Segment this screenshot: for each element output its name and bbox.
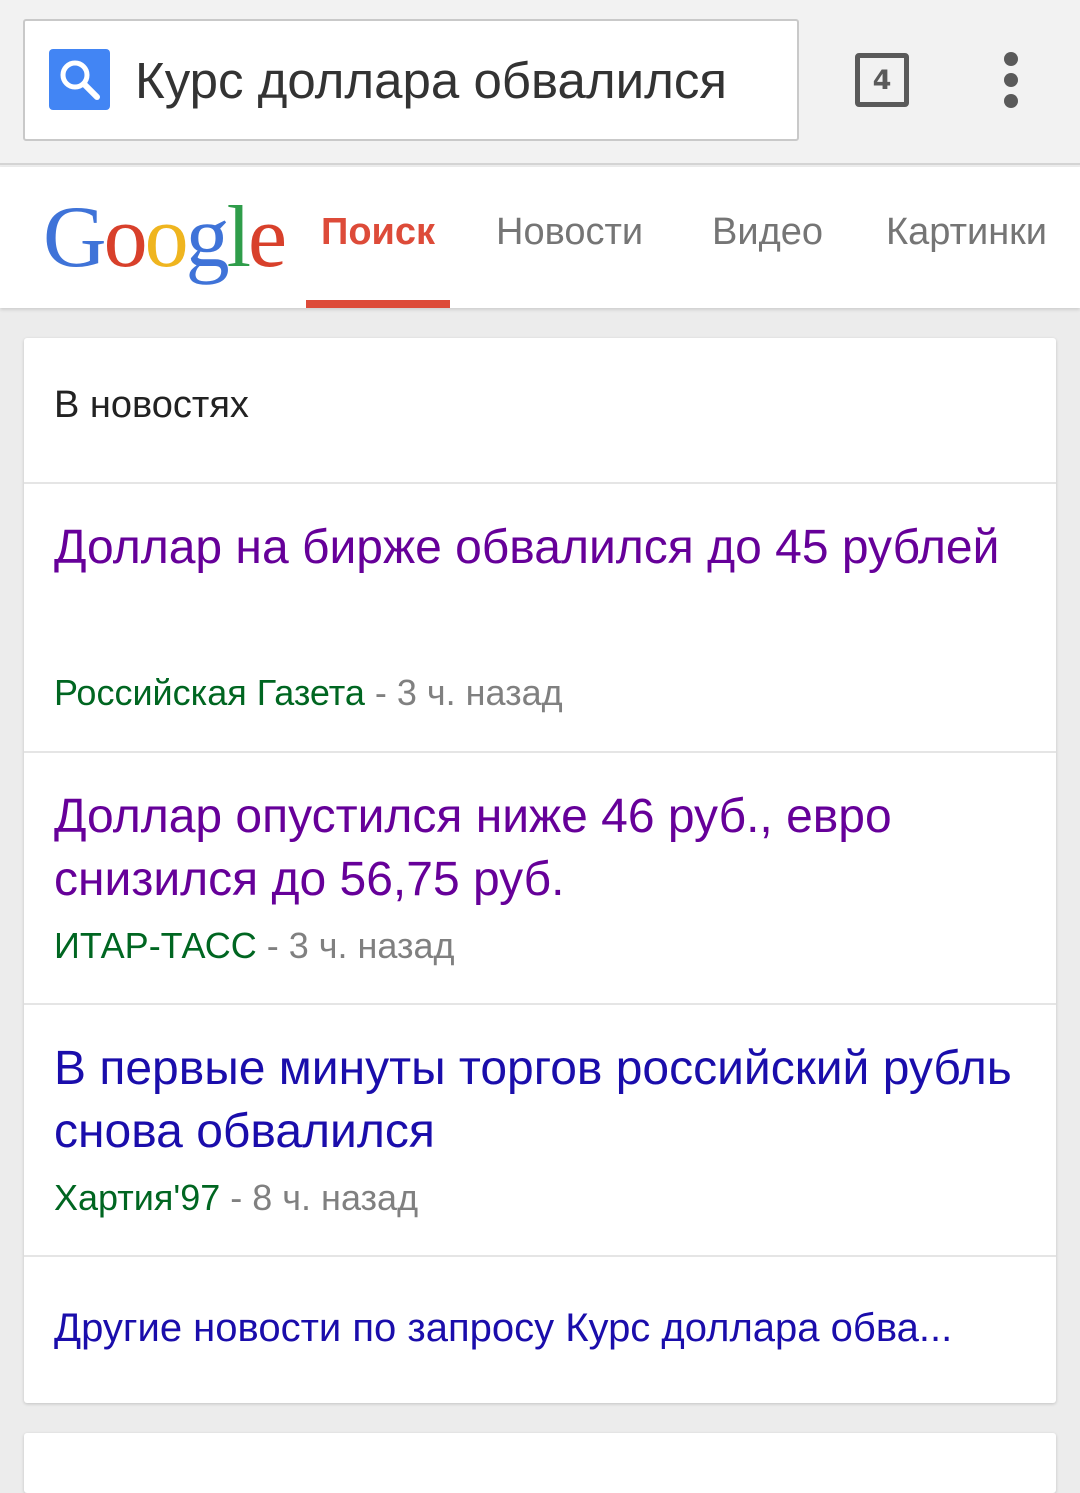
browser-toolbar: Курс доллара обвалился 4 [0,0,1080,165]
logo-letter: l [226,189,252,286]
logo-letter: o [103,189,148,286]
news-source: Хартия'97 [54,1177,221,1218]
google-header: Google Поиск Новости Видео Картинки [0,167,1080,308]
news-meta-2: ИТАР-ТАСС - 3 ч. назад [54,925,455,967]
news-card-title: В новостях [54,384,249,426]
news-source: ИТАР-ТАСС [54,925,257,966]
logo-letter: g [185,189,230,286]
news-headline-3[interactable]: В первые минуты торгов российский рубль … [54,1037,1014,1163]
divider [24,1003,1056,1005]
more-news-link[interactable]: Другие новости по запросу Курс доллара о… [54,1306,1014,1351]
logo-letter: e [248,189,287,286]
overflow-menu-icon[interactable] [990,50,1032,110]
news-meta-1: Российская Газета - 3 ч. назад [54,672,563,714]
divider [24,751,1056,753]
news-time: - 3 ч. назад [256,925,455,966]
logo-letter: o [144,189,189,286]
news-headline-2[interactable]: Доллар опустился ниже 46 руб., евро сниз… [54,785,1014,911]
news-time: - 8 ч. назад [220,1177,419,1218]
tab-images[interactable]: Картинки [886,211,1047,254]
active-tab-indicator [306,300,450,308]
tab-video[interactable]: Видео [712,211,823,254]
news-source: Российская Газета [54,672,365,713]
divider [24,1255,1056,1257]
logo-letter: G [43,189,107,286]
next-result-card [24,1433,1056,1493]
google-logo[interactable]: Google [43,187,287,288]
news-time: - 3 ч. назад [364,672,563,713]
news-meta-3: Хартия'97 - 8 ч. назад [54,1177,418,1219]
news-card: В новостях Доллар на бирже обвалился до … [24,338,1056,1403]
tab-switcher-button[interactable]: 4 [855,53,909,107]
news-headline-1[interactable]: Доллар на бирже обвалился до 45 рублей [54,516,1014,579]
tab-news[interactable]: Новости [496,211,643,254]
tab-search[interactable]: Поиск [321,211,435,254]
omnibox-query[interactable]: Курс доллара обвалился [135,51,727,110]
omnibox[interactable]: Курс доллара обвалился [23,19,799,141]
search-icon[interactable] [49,49,110,110]
divider [24,482,1056,484]
